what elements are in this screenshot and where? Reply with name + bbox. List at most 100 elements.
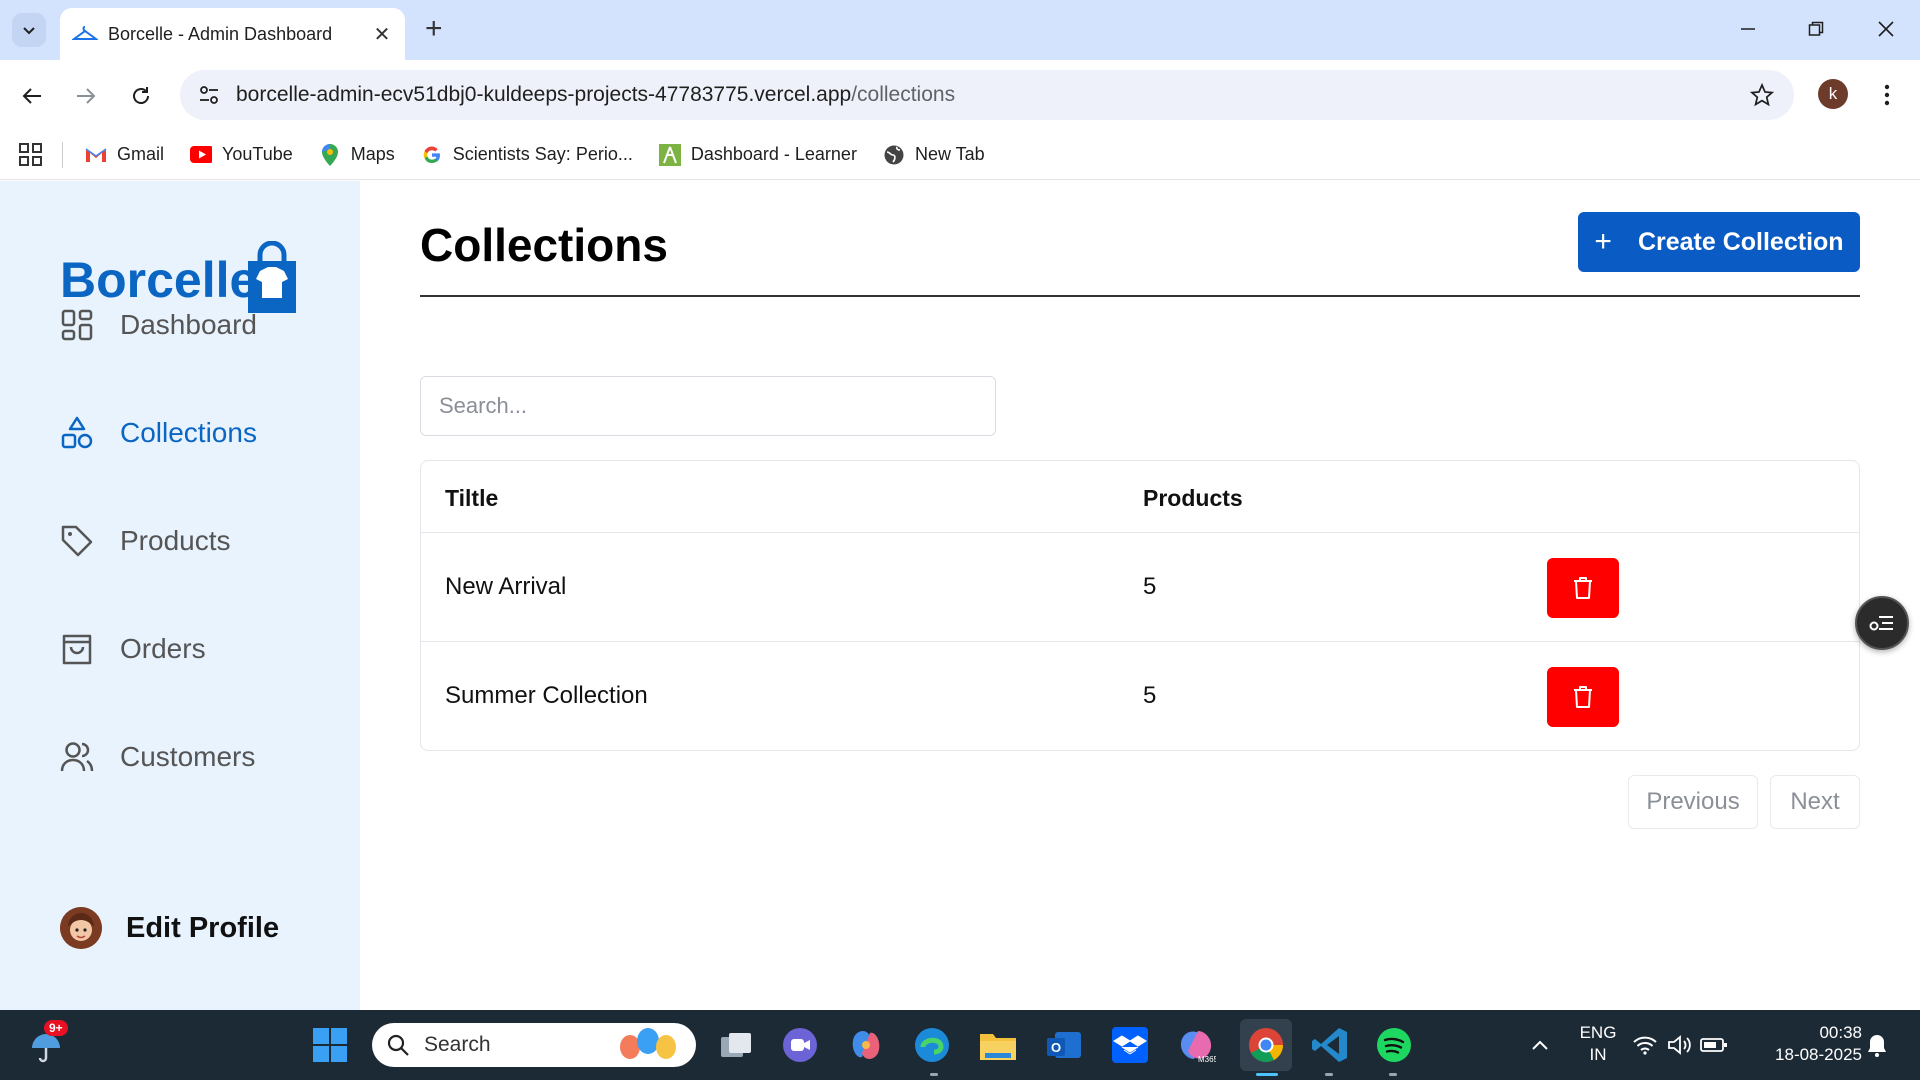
chat-video-icon [783,1028,817,1062]
next-page-button[interactable]: Next [1770,775,1860,829]
running-indicator [1325,1073,1333,1076]
collection-title[interactable]: New Arrival [445,573,566,601]
notification-center-button[interactable] [1862,1025,1892,1065]
bookmark-label: YouTube [222,144,293,164]
chrome-app[interactable] [1240,1019,1292,1071]
running-indicator [930,1073,938,1076]
bookmark-gmail[interactable]: Gmail [85,144,164,166]
spotify-app[interactable] [1374,1025,1414,1065]
column-header-title[interactable]: Tiltle [445,485,498,512]
taskbar-search-label: Search [424,1033,491,1056]
search-input[interactable] [420,376,996,436]
edit-profile-link[interactable]: Edit Profile [60,907,279,949]
teams-app[interactable] [780,1025,820,1065]
copilot-app[interactable] [846,1025,886,1065]
dashboard-icon [60,308,94,342]
restore-icon [1808,21,1824,36]
region-code: IN [1589,1045,1607,1064]
forward-button[interactable] [68,78,104,114]
bookmark-star-icon[interactable] [1744,77,1780,113]
clock[interactable]: 00:38 18-08-2025 [1752,1022,1862,1066]
table-row[interactable]: New Arrival 5 [421,533,1859,642]
input-language[interactable]: ENG IN [1578,1022,1618,1066]
bookmark-dashboard-learner[interactable]: Dashboard - Learner [658,143,857,166]
browser-profile-avatar[interactable]: k [1818,79,1848,109]
address-bar[interactable]: borcelle-admin-ecv51dbj0-kuldeeps-projec… [180,70,1794,120]
sidebar-item-label: Dashboard [120,309,257,340]
mail-icon: O [1047,1032,1081,1058]
windows-taskbar: 9+ Search O M365 ENG IN 00:38 18-08-2025 [0,1010,1920,1080]
bookmark-scientists-say[interactable]: Scientists Say: Perio... [421,144,633,166]
globe-icon [883,144,905,166]
table-row[interactable]: Summer Collection 5 [421,642,1859,750]
folder-icon [980,1034,1016,1060]
bookmark-youtube[interactable]: YouTube [190,144,293,166]
dropbox-app[interactable] [1110,1025,1150,1065]
m365-label: M365 [1198,1055,1216,1064]
bookmark-new-tab[interactable]: New Tab [883,144,985,166]
new-tab-button[interactable]: + [425,14,443,44]
borcelle-logo[interactable]: Borcelle [60,240,300,313]
back-button[interactable] [14,78,50,114]
arrow-right-icon [77,88,96,104]
language-code: ENG [1579,1023,1617,1042]
edge-app[interactable] [912,1025,952,1065]
sidebar-item-products[interactable]: Products [60,524,231,558]
url-path: /collections [851,83,956,106]
microsoft-365-app[interactable]: M365 [1176,1025,1216,1065]
m365-icon: M365 [1180,1031,1216,1064]
dropbox-icon [1112,1027,1148,1063]
sidebar-item-label: Products [120,525,231,556]
balloons-icon [620,1028,676,1059]
sidebar-item-dashboard[interactable]: Dashboard [60,308,257,342]
reload-button[interactable] [123,78,159,114]
bookmark-maps[interactable]: Maps [319,143,395,166]
restore-button[interactable] [1796,14,1836,44]
floating-assistant-button[interactable] [1855,596,1909,650]
avatar [60,907,102,949]
close-window-button[interactable] [1866,14,1906,44]
tab-title: Borcelle - Admin Dashboard [108,23,333,44]
show-hidden-icons-button[interactable] [1520,1025,1560,1065]
delete-button[interactable] [1547,558,1619,618]
svg-text:O: O [1051,1040,1061,1055]
outlook-app[interactable]: O [1044,1025,1084,1065]
minimize-icon [1741,28,1755,30]
sidebar-item-collections[interactable]: Collections [60,416,257,450]
url-host: borcelle-admin-ecv51dbj0-kuldeeps-projec… [236,83,852,106]
site-settings-icon[interactable] [194,80,224,110]
chevron-up-icon [1532,1040,1548,1050]
taskbar-search[interactable]: Search [372,1023,696,1067]
file-explorer-app[interactable] [978,1025,1018,1065]
create-collection-button[interactable]: + Create Collection [1578,212,1860,272]
previous-page-button[interactable]: Previous [1628,775,1758,829]
bell-icon [1868,1035,1886,1057]
active-tab[interactable]: Borcelle - Admin Dashboard ✕ [60,8,405,60]
system-tray-status[interactable] [1630,1025,1730,1065]
list-toggle-icon [1869,616,1893,631]
minimize-button[interactable] [1728,14,1768,44]
hanger-icon [72,26,98,40]
close-icon [1878,21,1894,37]
browser-menu-button[interactable] [1872,78,1902,112]
more-vertical-icon [1884,84,1890,106]
tab-search-button[interactable] [12,13,46,47]
learner-icon [658,143,681,166]
arrow-left-icon [22,88,41,104]
apps-grid-icon[interactable] [18,142,44,168]
clock-date: 18-08-2025 [1775,1045,1862,1064]
notification-count-badge: 9+ [44,1020,68,1036]
windows-start-button[interactable] [310,1025,350,1065]
vscode-app[interactable] [1310,1025,1350,1065]
create-collection-label: Create Collection [1637,227,1844,256]
collection-product-count: 5 [1143,573,1157,600]
task-view-button[interactable] [716,1025,756,1065]
collection-title[interactable]: Summer Collection [445,682,648,710]
tag-icon [60,524,94,558]
column-header-products[interactable]: Products [1143,485,1243,512]
close-tab-icon[interactable]: ✕ [371,23,393,46]
sidebar-item-customers[interactable]: Customers [60,740,255,774]
sidebar-item-orders[interactable]: Orders [60,632,206,666]
sidebar-item-label: Collections [120,417,257,448]
delete-button[interactable] [1547,667,1619,727]
